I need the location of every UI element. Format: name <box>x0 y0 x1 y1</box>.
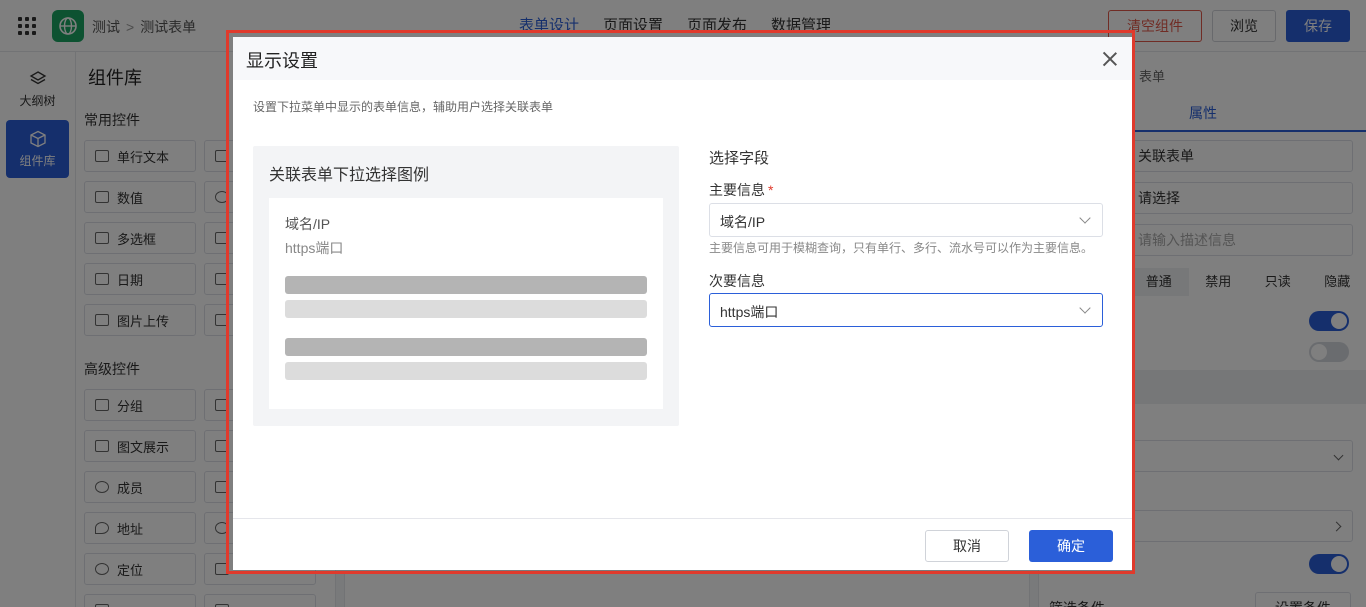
skeleton-line <box>285 362 647 380</box>
preview-title: 关联表单下拉选择图例 <box>269 167 430 184</box>
secondary-info-label: 次要信息 <box>709 273 765 289</box>
primary-info-value: 域名/IP <box>720 214 766 230</box>
skeleton-line <box>285 338 647 356</box>
preview-secondary-info: https端口 <box>285 240 344 256</box>
required-mark: * <box>768 182 774 198</box>
primary-info-label-text: 主要信息 <box>709 182 765 198</box>
secondary-info-value: https端口 <box>720 304 779 320</box>
dialog-description: 设置下拉菜单中显示的表单信息，辅助用户选择关联表单 <box>253 100 554 114</box>
primary-info-label: 主要信息 * <box>709 180 773 200</box>
skeleton-line <box>285 300 647 318</box>
preview-card: 域名/IP https端口 <box>269 198 663 409</box>
preview-primary-info: 域名/IP <box>285 216 331 232</box>
dropdown-preview: 关联表单下拉选择图例 域名/IP https端口 <box>253 146 679 426</box>
dialog-header: 显示设置 <box>233 37 1132 80</box>
chevron-down-icon <box>1079 212 1091 224</box>
dialog-title: 显示设置 <box>246 51 318 71</box>
skeleton-line <box>285 276 647 294</box>
secondary-info-select[interactable]: https端口 <box>709 293 1103 327</box>
close-icon[interactable] <box>1100 49 1120 69</box>
primary-info-hint: 主要信息可用于模糊查询，只有单行、多行、流水号可以作为主要信息。 <box>709 241 1094 255</box>
dialog-footer: 取消 确定 <box>233 518 1132 570</box>
primary-info-select[interactable]: 域名/IP <box>709 203 1103 237</box>
fields-title: 选择字段 <box>709 150 770 167</box>
confirm-button[interactable]: 确定 <box>1029 530 1113 562</box>
cancel-button[interactable]: 取消 <box>925 530 1009 562</box>
display-settings-dialog: 显示设置 设置下拉菜单中显示的表单信息，辅助用户选择关联表单 关联表单下拉选择图… <box>233 37 1132 570</box>
chevron-down-icon <box>1079 302 1091 314</box>
